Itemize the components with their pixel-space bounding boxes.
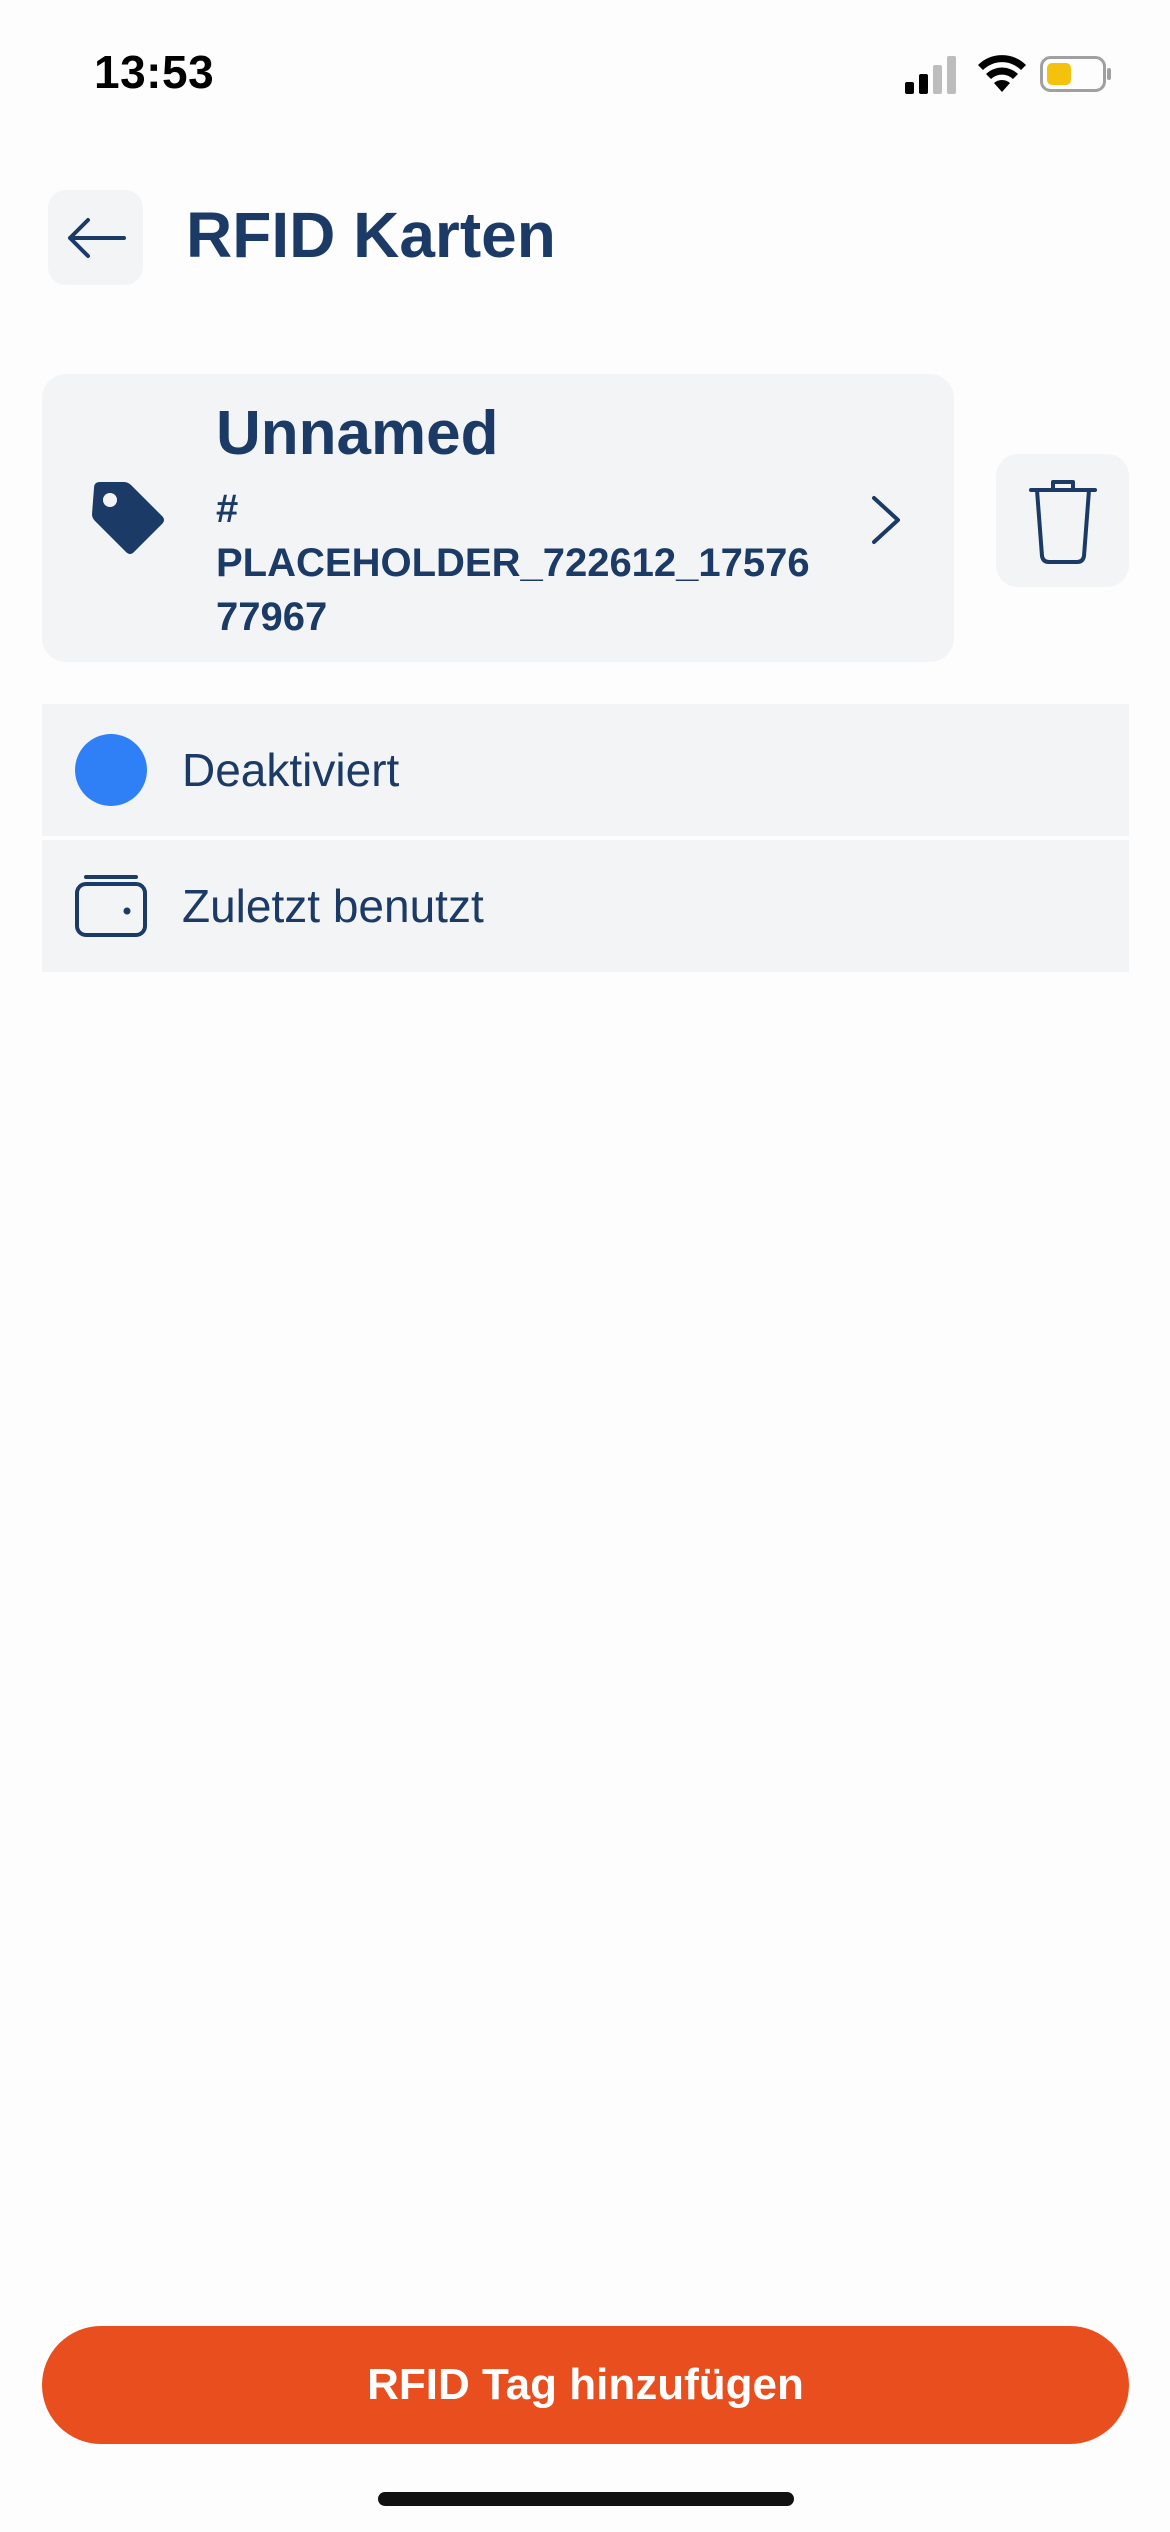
wifi-icon — [978, 55, 1026, 92]
status-time: 13:53 — [94, 46, 215, 98]
add-rfid-tag-button[interactable]: RFID Tag hinzufügen — [42, 2326, 1129, 2444]
arrow-left-icon — [67, 217, 126, 258]
trash-icon — [1028, 479, 1097, 564]
wallet-icon — [75, 875, 147, 937]
chevron-right-icon — [872, 496, 900, 544]
status-label: Deaktiviert — [182, 744, 400, 796]
card-id: # PLACEHOLDER_722612_1757677967 — [216, 487, 810, 639]
tag-icon — [92, 482, 164, 554]
card-name: Unnamed — [216, 399, 499, 468]
last-used-row: Zuletzt benutzt — [42, 840, 1129, 972]
status-row: Deaktiviert — [42, 704, 1129, 836]
battery-icon — [1040, 56, 1111, 92]
delete-card-button[interactable] — [996, 454, 1129, 587]
home-indicator — [378, 2492, 794, 2506]
status-indicator — [74, 733, 148, 807]
page-title: RFID Karten — [186, 199, 556, 271]
cellular-signal-icon — [905, 56, 956, 94]
back-button[interactable] — [48, 190, 143, 285]
last-used-icon-wrap — [74, 869, 148, 943]
last-used-label: Zuletzt benutzt — [182, 880, 484, 932]
status-dot-icon — [75, 734, 147, 806]
